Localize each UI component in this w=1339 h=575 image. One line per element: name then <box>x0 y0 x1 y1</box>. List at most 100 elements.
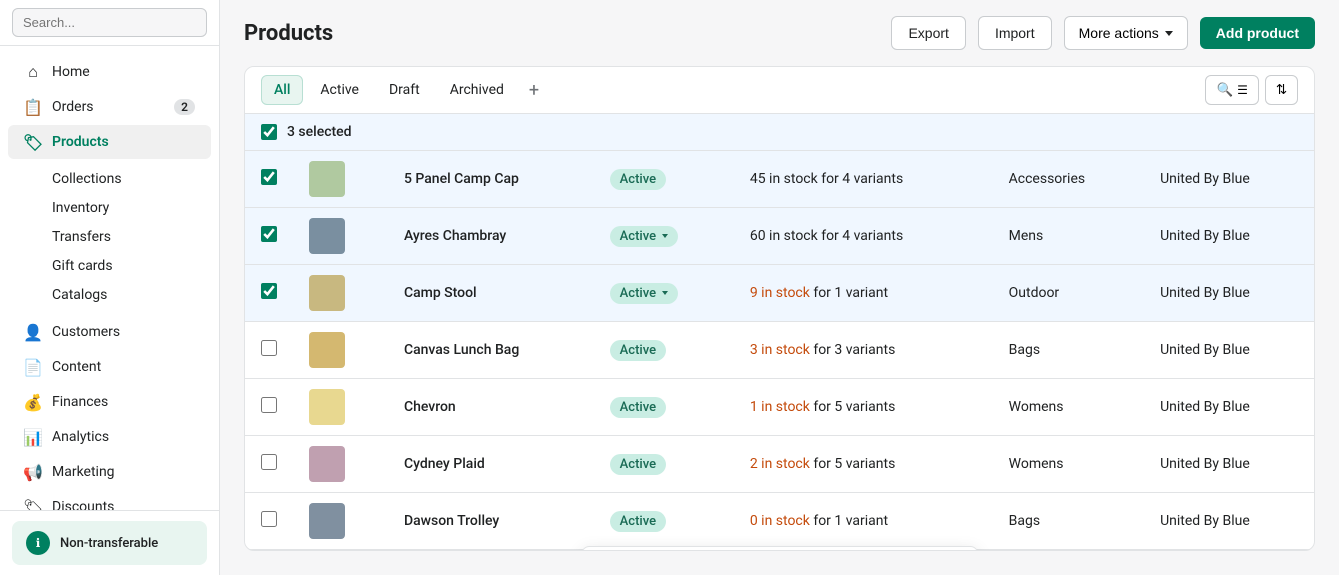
add-product-button[interactable]: Add product <box>1200 17 1315 49</box>
product-category: Womens <box>1009 456 1064 472</box>
sidebar-orders-label: Orders <box>52 99 94 115</box>
tab-all[interactable]: All <box>261 75 303 105</box>
sidebar-item-products[interactable]: 🏷 Products <box>8 125 211 159</box>
row-checkbox[interactable] <box>261 454 277 470</box>
sidebar-item-inventory[interactable]: Inventory <box>8 194 211 222</box>
product-category-cell: Mens <box>993 208 1144 265</box>
product-status-cell: Active <box>594 322 734 379</box>
select-all-checkbox[interactable] <box>261 124 277 140</box>
sidebar-item-marketing[interactable]: 📢 Marketing <box>8 455 211 489</box>
product-name-cell[interactable]: 5 Panel Camp Cap <box>388 151 594 208</box>
sidebar-discounts-label: Discounts <box>52 499 114 510</box>
sidebar-item-analytics[interactable]: 📊 Analytics <box>8 420 211 454</box>
more-actions-label: More actions <box>1079 25 1159 41</box>
product-name-cell[interactable]: Cydney Plaid <box>388 436 594 493</box>
product-vendor: United By Blue <box>1160 456 1250 472</box>
row-checkbox[interactable] <box>261 169 277 185</box>
row-checkbox[interactable] <box>261 226 277 242</box>
product-inventory-cell: 60 in stock for 4 variants <box>734 208 993 265</box>
sidebar-item-home[interactable]: ⌂ Home <box>8 55 211 89</box>
product-name: Camp Stool <box>404 285 477 301</box>
sidebar-giftcards-label: Gift cards <box>52 258 113 274</box>
products-icon: 🏷 <box>24 133 42 151</box>
row-checkbox[interactable] <box>261 283 277 299</box>
main-content: Products Export Import More actions Add … <box>220 0 1339 575</box>
product-inventory-cell: 0 in stock for 1 variant <box>734 493 993 550</box>
selection-count: 3 selected <box>287 124 352 140</box>
product-thumbnail <box>309 161 345 197</box>
tab-add-button[interactable]: + <box>521 76 547 105</box>
table-row[interactable]: Ayres Chambray Active 60 in stock for 4 … <box>245 208 1314 265</box>
row-checkbox[interactable] <box>261 397 277 413</box>
product-name-cell[interactable]: Canvas Lunch Bag <box>388 322 594 379</box>
product-thumbnail <box>309 275 345 311</box>
table-row[interactable]: 5 Panel Camp Cap Active 45 in stock for … <box>245 151 1314 208</box>
row-checkbox[interactable] <box>261 340 277 356</box>
product-status-cell: Active <box>594 265 734 322</box>
sidebar-item-catalogs[interactable]: Catalogs <box>8 281 211 309</box>
table-container: All Active Draft Archived + 🔍 ☰ ⇅ 3 sele… <box>244 66 1315 551</box>
orders-icon: 📋 <box>24 98 42 116</box>
sidebar-collections-label: Collections <box>52 171 122 187</box>
table-row[interactable]: Chevron Active 1 in stock for 5 variants… <box>245 379 1314 436</box>
product-category-cell: Womens <box>993 436 1144 493</box>
product-image-cell <box>293 322 388 379</box>
import-button[interactable]: Import <box>978 16 1052 50</box>
product-name-cell[interactable]: Dawson Trolley <box>388 493 594 550</box>
sidebar-finances-label: Finances <box>52 394 108 410</box>
products-table: 5 Panel Camp Cap Active 45 in stock for … <box>245 151 1314 550</box>
sidebar-item-customers[interactable]: 👤 Customers <box>8 315 211 349</box>
product-inventory-cell: 3 in stock for 3 variants <box>734 322 993 379</box>
product-status-cell: Active <box>594 151 734 208</box>
row-checkbox[interactable] <box>261 511 277 527</box>
chevron-down-icon <box>1165 31 1173 36</box>
product-vendor: United By Blue <box>1160 399 1250 415</box>
product-vendor: United By Blue <box>1160 285 1250 301</box>
table-row[interactable]: Canvas Lunch Bag Active 3 in stock for 3… <box>245 322 1314 379</box>
row-checkbox-cell <box>245 379 293 436</box>
product-vendor: United By Blue <box>1160 342 1250 358</box>
sidebar-item-content[interactable]: 📄 Content <box>8 350 211 384</box>
product-vendor: United By Blue <box>1160 171 1250 187</box>
sidebar-item-finances[interactable]: 💰 Finances <box>8 385 211 419</box>
search-filter-button[interactable]: 🔍 ☰ <box>1205 75 1258 105</box>
product-vendor-cell: United By Blue <box>1144 436 1314 493</box>
sidebar-item-giftcards[interactable]: Gift cards <box>8 252 211 280</box>
row-checkbox-cell <box>245 151 293 208</box>
sidebar-footer-card[interactable]: ℹ Non-transferable <box>12 521 207 565</box>
table-row[interactable]: Cydney Plaid Active 2 in stock for 5 var… <box>245 436 1314 493</box>
row-checkbox-cell <box>245 436 293 493</box>
sidebar-item-orders[interactable]: 📋 Orders 2 <box>8 90 211 124</box>
product-name-cell[interactable]: Chevron <box>388 379 594 436</box>
tab-draft[interactable]: Draft <box>376 75 433 105</box>
product-category-cell: Bags <box>993 322 1144 379</box>
selection-bar: 3 selected <box>245 114 1314 151</box>
home-icon: ⌂ <box>24 63 42 81</box>
tab-active[interactable]: Active <box>307 75 372 105</box>
action-popup-container: Bulk edit Set as active Set as draft ••• <box>245 550 1314 551</box>
product-category-cell: Accessories <box>993 151 1144 208</box>
badge-arrow-icon <box>662 291 668 295</box>
sidebar-item-collections[interactable]: Collections <box>8 165 211 193</box>
more-actions-button[interactable]: More actions <box>1064 16 1188 50</box>
sidebar-customers-label: Customers <box>52 324 120 340</box>
product-image-cell <box>293 151 388 208</box>
sidebar-item-discounts[interactable]: 🏷 Discounts <box>8 490 211 510</box>
product-status-cell: Active <box>594 379 734 436</box>
tab-bar: All Active Draft Archived + 🔍 ☰ ⇅ <box>245 67 1314 114</box>
sidebar-item-transfers[interactable]: Transfers <box>8 223 211 251</box>
product-name-cell[interactable]: Ayres Chambray <box>388 208 594 265</box>
table-row[interactable]: Dawson Trolley Active 0 in stock for 1 v… <box>245 493 1314 550</box>
export-button[interactable]: Export <box>891 16 965 50</box>
sort-button[interactable]: ⇅ <box>1265 75 1298 105</box>
sidebar-footer-text: Non-transferable <box>60 536 158 551</box>
sidebar-nav: ⌂ Home 📋 Orders 2 🏷 Products Collections… <box>0 46 219 510</box>
sidebar-search-input[interactable] <box>12 8 207 37</box>
product-name-cell[interactable]: Camp Stool <box>388 265 594 322</box>
page-title: Products <box>244 21 879 46</box>
sort-icon: ⇅ <box>1276 82 1287 98</box>
tab-archived[interactable]: Archived <box>437 75 517 105</box>
product-image-cell <box>293 379 388 436</box>
sidebar-transfers-label: Transfers <box>52 229 111 245</box>
table-row[interactable]: Camp Stool Active 9 in stock for 1 varia… <box>245 265 1314 322</box>
